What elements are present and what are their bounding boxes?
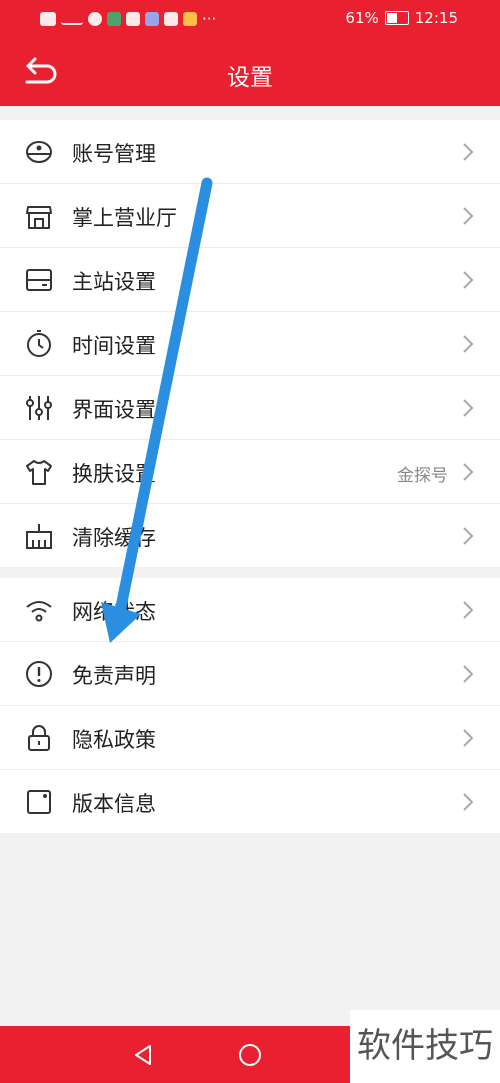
status-bar: ··· 61% 12:15	[0, 0, 500, 38]
chevron-right-icon	[463, 527, 474, 545]
settings-item-time[interactable]: 时间设置	[0, 312, 500, 376]
chevron-right-icon	[463, 271, 474, 289]
app-header: 设置	[0, 38, 500, 106]
app-notification-icon	[183, 12, 197, 26]
settings-item-label: 换肤设置	[72, 462, 156, 486]
settings-item-label: 界面设置	[72, 398, 156, 422]
nav-home-icon[interactable]	[238, 1043, 262, 1067]
hd-icon	[40, 12, 56, 26]
settings-item-account[interactable]: 账号管理	[0, 120, 500, 184]
lock-icon	[28, 725, 50, 751]
settings-item-clear-cache[interactable]: 清除缓存	[0, 504, 500, 567]
settings-item-label: 账号管理	[72, 142, 156, 166]
wifi-status-icon	[88, 12, 102, 26]
chevron-right-icon	[463, 601, 474, 619]
settings-item-network[interactable]: 网络状态	[0, 578, 500, 642]
server-icon	[26, 269, 52, 291]
settings-item-disclaimer[interactable]: 免责声明	[0, 642, 500, 706]
alert-icon	[26, 661, 52, 687]
chevron-right-icon	[463, 143, 474, 161]
more-notifications-icon: ···	[202, 10, 217, 28]
current-skin-value: 金探号	[397, 466, 448, 486]
settings-item-label: 时间设置	[72, 334, 156, 358]
settings-group-general: 账号管理 掌上营业厅 主站设置 时间设置 界面设置 换肤设置 金探号 清除缓存	[0, 120, 500, 567]
settings-item-server[interactable]: 主站设置	[0, 248, 500, 312]
chevron-right-icon	[463, 665, 474, 683]
chevron-right-icon	[463, 399, 474, 417]
settings-item-interface[interactable]: 界面设置	[0, 376, 500, 440]
settings-item-privacy[interactable]: 隐私政策	[0, 706, 500, 770]
status-icons-left: ···	[40, 10, 216, 28]
sliders-icon	[26, 396, 52, 420]
chevron-right-icon	[463, 335, 474, 353]
store-icon	[26, 206, 52, 229]
watermark-text: 软件技巧	[350, 1010, 500, 1083]
clock-icon	[27, 330, 51, 357]
chevron-right-icon	[463, 463, 474, 481]
settings-item-label: 免责声明	[72, 664, 156, 688]
settings-item-label: 清除缓存	[72, 526, 156, 550]
chevron-right-icon	[463, 793, 474, 811]
account-icon	[26, 141, 52, 163]
chevron-right-icon	[463, 729, 474, 747]
settings-item-label: 版本信息	[72, 792, 156, 816]
signal-icon	[61, 13, 83, 25]
app-notification-icon	[126, 12, 140, 26]
app-notification-icon	[107, 12, 121, 26]
settings-item-label: 主站设置	[72, 270, 156, 294]
app-notification-icon	[164, 12, 178, 26]
battery-icon	[384, 11, 409, 25]
version-icon	[27, 790, 51, 814]
settings-item-label: 网络状态	[72, 600, 156, 624]
app-notification-icon	[145, 12, 159, 26]
chevron-right-icon	[463, 207, 474, 225]
settings-item-store[interactable]: 掌上营业厅	[0, 184, 500, 248]
settings-group-about: 网络状态 免责声明 隐私政策 版本信息	[0, 578, 500, 833]
wifi-icon	[26, 601, 52, 622]
nav-back-icon[interactable]	[132, 1043, 154, 1067]
battery-percent: 61%	[345, 9, 379, 27]
page-title: 设置	[227, 65, 273, 91]
clock-time: 12:15	[414, 9, 458, 27]
settings-item-version[interactable]: 版本信息	[0, 770, 500, 833]
settings-item-label: 掌上营业厅	[72, 206, 177, 230]
settings-item-skin[interactable]: 换肤设置 金探号	[0, 440, 500, 504]
shirt-icon	[26, 460, 52, 485]
settings-item-label: 隐私政策	[72, 728, 156, 752]
clear-cache-icon	[26, 524, 52, 549]
